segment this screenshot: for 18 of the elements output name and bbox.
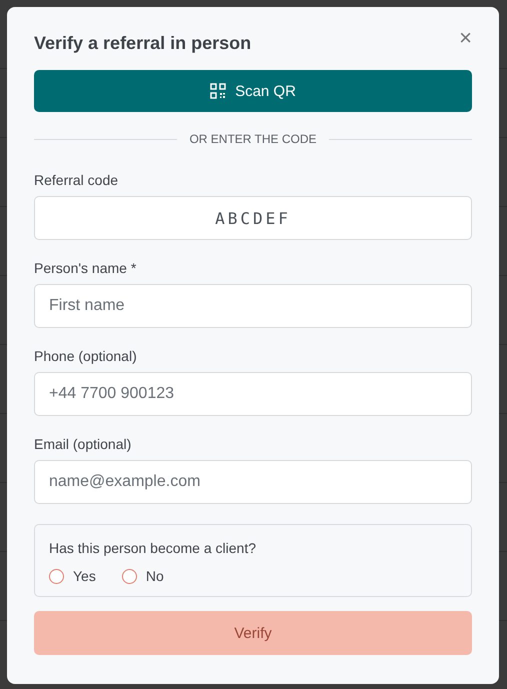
field-label: Person's name *: [34, 260, 138, 276]
referral-code-field[interactable]: ABCDEF: [34, 196, 472, 240]
field-label: Email (optional): [34, 436, 132, 452]
field-label: Referral code: [34, 172, 120, 188]
radio-label[interactable]: No: [146, 568, 164, 584]
input-field[interactable]: name@example.com: [34, 460, 472, 504]
dialog-title: Verify a referral in person: [34, 33, 252, 54]
input-field[interactable]: First name: [34, 284, 472, 328]
input-field[interactable]: +44 7700 900123: [34, 372, 472, 416]
qr-code-icon: [210, 83, 226, 99]
scan-qr-button[interactable]: Scan QR: [34, 70, 472, 112]
field-label: Phone (optional): [34, 348, 138, 364]
radio-button[interactable]: [122, 568, 137, 584]
radio-button[interactable]: [49, 568, 64, 584]
question-label: Has this person become a client?: [49, 540, 257, 556]
divider-label: OR ENTER THE CODE: [189, 132, 317, 146]
radio-label[interactable]: Yes: [73, 568, 96, 584]
close-button[interactable]: ×: [459, 27, 472, 49]
